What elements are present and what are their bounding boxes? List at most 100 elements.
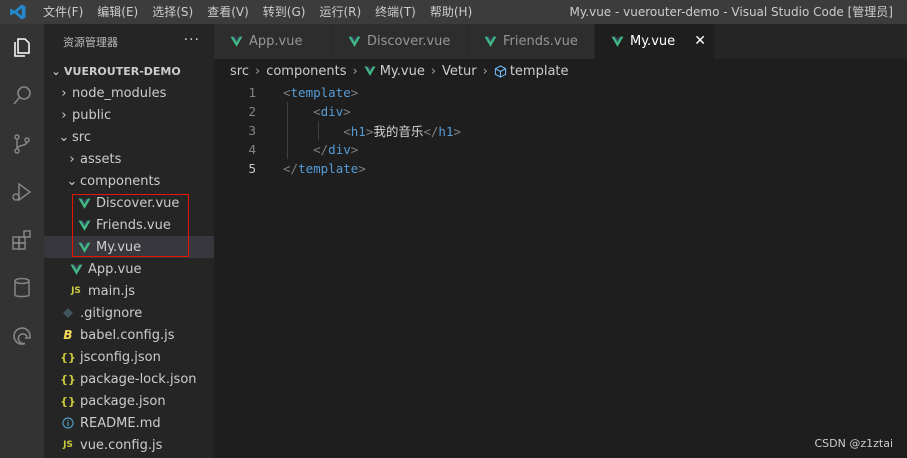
- run-debug-icon[interactable]: [6, 176, 38, 208]
- line-number: 5: [248, 161, 256, 176]
- vue-file-icon: [76, 241, 92, 254]
- tree-item-label: Discover.vue: [96, 195, 180, 211]
- tree-file[interactable]: README.md: [44, 412, 214, 434]
- tab-friends-vue[interactable]: Friends.vue: [468, 24, 595, 59]
- chevron-right-icon: ›: [61, 107, 67, 123]
- breadcrumb: src › components › My.vue › Vetur › template: [214, 59, 907, 83]
- line-number: 4: [248, 142, 256, 157]
- more-actions-icon[interactable]: ···: [184, 32, 200, 48]
- menu-item[interactable]: 选择(S): [145, 0, 200, 24]
- tree-file[interactable]: My.vue: [44, 236, 214, 258]
- tree-folder[interactable]: ⌄ components: [44, 170, 214, 192]
- explorer-icon[interactable]: [6, 32, 38, 64]
- breadcrumb-item[interactable]: src: [230, 64, 249, 79]
- breadcrumb-item[interactable]: Vetur: [442, 64, 477, 79]
- search-icon[interactable]: [6, 80, 38, 112]
- code-text: <div>: [313, 104, 351, 119]
- source-control-icon[interactable]: [6, 128, 38, 160]
- extensions-icon[interactable]: [6, 224, 38, 256]
- menu-item[interactable]: 查看(V): [200, 0, 256, 24]
- tab-label: My.vue: [630, 34, 676, 49]
- title-bar: 文件(F) 编辑(E) 选择(S) 查看(V) 转到(G) 运行(R) 终端(T) 帮助(H)…: [0, 0, 907, 24]
- code-line: 1 <template>: [214, 83, 907, 102]
- vue-file-icon: [611, 35, 624, 48]
- json-file-icon: {}: [60, 394, 76, 408]
- vue-file-icon: [76, 197, 92, 210]
- tree-file[interactable]: App.vue: [44, 258, 214, 280]
- tree-item-label: README.md: [80, 415, 161, 431]
- tree-item-label: public: [72, 107, 112, 123]
- tree-folder[interactable]: › public: [44, 104, 214, 126]
- menu-item[interactable]: 终端(T): [368, 0, 423, 24]
- tree-folder[interactable]: › node_modules: [44, 82, 214, 104]
- chevron-right-icon: ›: [254, 63, 261, 79]
- vue-file-icon: [364, 65, 376, 77]
- explorer-header: 资源管理器 ···: [44, 24, 214, 60]
- tree-file[interactable]: {} package.json: [44, 390, 214, 412]
- code-line: 5 </template>: [214, 159, 907, 178]
- menu-item[interactable]: 帮助(H): [423, 0, 479, 24]
- tree-file[interactable]: JS main.js: [44, 280, 214, 302]
- tab-label: Discover.vue: [367, 34, 451, 49]
- git-file-icon: [60, 308, 76, 318]
- tree-item-label: main.js: [88, 283, 135, 299]
- tree-item-label: node_modules: [72, 85, 167, 101]
- chevron-right-icon: ›: [482, 63, 488, 79]
- menu-item[interactable]: 转到(G): [256, 0, 313, 24]
- babel-file-icon: B: [63, 328, 73, 342]
- chevron-down-icon: ⌄: [51, 64, 61, 78]
- tree-file[interactable]: JS vue.config.js: [44, 434, 214, 456]
- tree-item-label: VUEROUTER-DEMO: [64, 64, 181, 78]
- tree-file[interactable]: Discover.vue: [44, 192, 214, 214]
- code-editor[interactable]: 1 <template> 2 <div> 3 <h1>我的音乐</h1> 4 </div…: [214, 83, 907, 458]
- tab-my-vue[interactable]: My.vue ✕: [595, 24, 715, 59]
- breadcrumb-item[interactable]: template: [510, 64, 569, 79]
- edge-icon[interactable]: [6, 320, 38, 352]
- chevron-right-icon: ›: [69, 151, 75, 167]
- vscode-logo-icon: [0, 0, 36, 24]
- tree-item-label: src: [72, 129, 91, 145]
- tab-label: Friends.vue: [503, 34, 578, 49]
- line-number: 2: [248, 104, 256, 119]
- line-number: 1: [248, 85, 256, 100]
- menu-item[interactable]: 运行(R): [312, 0, 368, 24]
- tree-file[interactable]: {} jsconfig.json: [44, 346, 214, 368]
- tab-app-vue[interactable]: App.vue: [214, 24, 332, 59]
- vue-file-icon: [348, 35, 361, 48]
- editor-tabs: App.vue Discover.vue Friends.vue My.vue ✕: [214, 24, 907, 59]
- tree-root[interactable]: ⌄ VUEROUTER-DEMO: [44, 60, 214, 82]
- vue-file-icon: [76, 219, 92, 232]
- chevron-down-icon: ⌄: [66, 173, 78, 189]
- menu-item[interactable]: 文件(F): [36, 0, 90, 24]
- menu-item[interactable]: 编辑(E): [90, 0, 145, 24]
- breadcrumb-item[interactable]: components: [266, 64, 346, 79]
- close-icon[interactable]: ✕: [694, 33, 706, 49]
- menu-bar: 文件(F) 编辑(E) 选择(S) 查看(V) 转到(G) 运行(R) 终端(T) 帮助(H): [36, 0, 479, 24]
- tree-folder[interactable]: › assets: [44, 148, 214, 170]
- tree-item-label: jsconfig.json: [80, 349, 161, 365]
- tab-discover-vue[interactable]: Discover.vue: [332, 24, 468, 59]
- tree-item-label: .gitignore: [80, 305, 143, 321]
- js-file-icon: JS: [63, 440, 73, 450]
- tree-item-label: components: [80, 173, 161, 189]
- code-text: <h1>我的音乐</h1>: [343, 124, 462, 139]
- database-icon[interactable]: [6, 272, 38, 304]
- tab-label: App.vue: [249, 34, 303, 49]
- breadcrumb-item[interactable]: My.vue: [380, 64, 425, 79]
- json-file-icon: {}: [60, 372, 76, 386]
- info-file-icon: [60, 417, 76, 429]
- window-title: My.vue - vuerouter-demo - Visual Studio …: [569, 5, 893, 19]
- tree-item-label: My.vue: [96, 239, 142, 255]
- chevron-down-icon: ⌄: [58, 129, 70, 145]
- tree-folder[interactable]: ⌄ src: [44, 126, 214, 148]
- explorer-sidebar: 资源管理器 ··· ⌄ VUEROUTER-DEMO › node_modules › p…: [44, 24, 214, 458]
- tree-file[interactable]: Friends.vue: [44, 214, 214, 236]
- tree-file[interactable]: .gitignore: [44, 302, 214, 324]
- tree-file[interactable]: {} package-lock.json: [44, 368, 214, 390]
- tree-item-label: babel.config.js: [80, 327, 175, 343]
- tree-item-label: App.vue: [88, 261, 142, 277]
- symbol-icon: [494, 64, 507, 78]
- explorer-title: 资源管理器: [63, 36, 118, 49]
- tree-file[interactable]: Bbabel.config.js: [44, 324, 214, 346]
- vue-file-icon: [230, 35, 243, 48]
